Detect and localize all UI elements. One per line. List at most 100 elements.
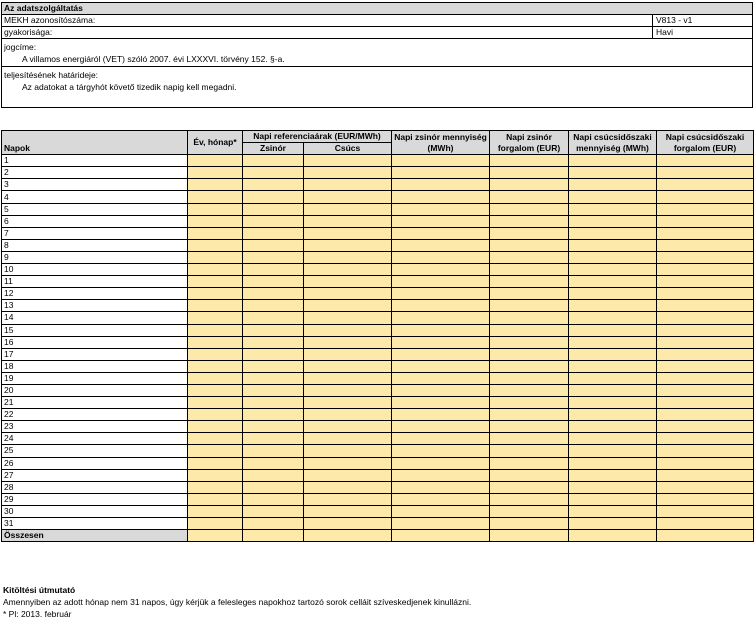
base-turnover-input-cell[interactable] xyxy=(489,263,569,277)
peak-quantity-input-cell[interactable] xyxy=(568,166,657,180)
base-price-input-cell[interactable] xyxy=(242,383,304,398)
base-quantity-input-cell[interactable] xyxy=(391,166,490,180)
base-price-input-cell[interactable] xyxy=(242,275,304,289)
base-price-input-cell[interactable] xyxy=(242,202,304,216)
base-price-input-cell[interactable] xyxy=(242,190,304,204)
year-month-input-cell[interactable] xyxy=(187,202,243,216)
peak-quantity-input-cell[interactable] xyxy=(568,323,657,337)
peak-price-input-cell[interactable] xyxy=(303,408,392,422)
base-price-input-cell[interactable] xyxy=(242,408,304,422)
peak-quantity-input-cell[interactable] xyxy=(568,311,657,325)
base-price-input-cell[interactable] xyxy=(242,166,304,180)
peak-turnover-input-cell[interactable] xyxy=(656,444,754,458)
year-month-input-cell[interactable] xyxy=(187,311,243,325)
peak-turnover-input-cell[interactable] xyxy=(656,323,754,337)
base-quantity-input-cell[interactable] xyxy=(391,275,490,289)
peak-quantity-input-cell[interactable] xyxy=(568,335,657,349)
peak-price-input-cell[interactable] xyxy=(303,311,392,325)
base-turnover-input-cell[interactable] xyxy=(489,383,569,398)
peak-turnover-input-cell[interactable] xyxy=(656,299,754,313)
base-turnover-input-cell[interactable] xyxy=(489,323,569,337)
base-turnover-input-cell[interactable] xyxy=(489,238,569,252)
peak-quantity-input-cell[interactable] xyxy=(568,238,657,252)
year-month-input-cell[interactable] xyxy=(187,468,243,482)
peak-price-input-cell[interactable] xyxy=(303,529,392,543)
year-month-input-cell[interactable] xyxy=(187,444,243,458)
peak-quantity-input-cell[interactable] xyxy=(568,371,657,385)
peak-quantity-input-cell[interactable] xyxy=(568,516,657,531)
peak-quantity-input-cell[interactable] xyxy=(568,432,657,446)
year-month-input-cell[interactable] xyxy=(187,420,243,434)
base-price-input-cell[interactable] xyxy=(242,154,304,168)
year-month-input-cell[interactable] xyxy=(187,287,243,301)
base-quantity-input-cell[interactable] xyxy=(391,371,490,385)
base-turnover-input-cell[interactable] xyxy=(489,371,569,385)
base-turnover-input-cell[interactable] xyxy=(489,226,569,240)
year-month-input-cell[interactable] xyxy=(187,299,243,313)
peak-price-input-cell[interactable] xyxy=(303,359,392,373)
base-quantity-input-cell[interactable] xyxy=(391,396,490,410)
peak-turnover-input-cell[interactable] xyxy=(656,238,754,252)
base-price-input-cell[interactable] xyxy=(242,238,304,252)
year-month-input-cell[interactable] xyxy=(187,371,243,385)
peak-quantity-input-cell[interactable] xyxy=(568,408,657,422)
year-month-input-cell[interactable] xyxy=(187,432,243,446)
year-month-input-cell[interactable] xyxy=(187,323,243,337)
peak-price-input-cell[interactable] xyxy=(303,371,392,385)
base-price-input-cell[interactable] xyxy=(242,444,304,458)
peak-turnover-input-cell[interactable] xyxy=(656,226,754,240)
year-month-input-cell[interactable] xyxy=(187,504,243,519)
base-quantity-input-cell[interactable] xyxy=(391,444,490,458)
base-turnover-input-cell[interactable] xyxy=(489,275,569,289)
base-turnover-input-cell[interactable] xyxy=(489,347,569,361)
base-quantity-input-cell[interactable] xyxy=(391,202,490,216)
peak-price-input-cell[interactable] xyxy=(303,238,392,252)
peak-price-input-cell[interactable] xyxy=(303,347,392,361)
peak-turnover-input-cell[interactable] xyxy=(656,263,754,277)
peak-turnover-input-cell[interactable] xyxy=(656,287,754,301)
year-month-input-cell[interactable] xyxy=(187,492,243,506)
peak-turnover-input-cell[interactable] xyxy=(656,468,754,482)
year-month-input-cell[interactable] xyxy=(187,529,243,543)
peak-turnover-input-cell[interactable] xyxy=(656,190,754,204)
peak-price-input-cell[interactable] xyxy=(303,190,392,204)
base-price-input-cell[interactable] xyxy=(242,299,304,313)
base-price-input-cell[interactable] xyxy=(242,480,304,494)
base-turnover-input-cell[interactable] xyxy=(489,311,569,325)
peak-turnover-input-cell[interactable] xyxy=(656,529,754,543)
year-month-input-cell[interactable] xyxy=(187,396,243,410)
year-month-input-cell[interactable] xyxy=(187,359,243,373)
base-turnover-input-cell[interactable] xyxy=(489,287,569,301)
peak-quantity-input-cell[interactable] xyxy=(568,492,657,506)
base-price-input-cell[interactable] xyxy=(242,468,304,482)
base-turnover-input-cell[interactable] xyxy=(489,529,569,543)
base-price-input-cell[interactable] xyxy=(242,250,304,265)
peak-price-input-cell[interactable] xyxy=(303,456,392,470)
base-quantity-input-cell[interactable] xyxy=(391,529,490,543)
year-month-input-cell[interactable] xyxy=(187,190,243,204)
base-quantity-input-cell[interactable] xyxy=(391,504,490,519)
base-price-input-cell[interactable] xyxy=(242,226,304,240)
base-quantity-input-cell[interactable] xyxy=(391,383,490,398)
peak-turnover-input-cell[interactable] xyxy=(656,250,754,265)
year-month-input-cell[interactable] xyxy=(187,335,243,349)
base-quantity-input-cell[interactable] xyxy=(391,190,490,204)
peak-turnover-input-cell[interactable] xyxy=(656,516,754,531)
base-price-input-cell[interactable] xyxy=(242,214,304,228)
peak-turnover-input-cell[interactable] xyxy=(656,456,754,470)
base-price-input-cell[interactable] xyxy=(242,432,304,446)
base-quantity-input-cell[interactable] xyxy=(391,456,490,470)
base-turnover-input-cell[interactable] xyxy=(489,202,569,216)
base-quantity-input-cell[interactable] xyxy=(391,432,490,446)
peak-price-input-cell[interactable] xyxy=(303,444,392,458)
peak-price-input-cell[interactable] xyxy=(303,275,392,289)
peak-turnover-input-cell[interactable] xyxy=(656,504,754,519)
base-quantity-input-cell[interactable] xyxy=(391,347,490,361)
base-turnover-input-cell[interactable] xyxy=(489,299,569,313)
year-month-input-cell[interactable] xyxy=(187,516,243,531)
base-quantity-input-cell[interactable] xyxy=(391,420,490,434)
base-quantity-input-cell[interactable] xyxy=(391,178,490,192)
peak-quantity-input-cell[interactable] xyxy=(568,504,657,519)
peak-turnover-input-cell[interactable] xyxy=(656,359,754,373)
peak-turnover-input-cell[interactable] xyxy=(656,347,754,361)
